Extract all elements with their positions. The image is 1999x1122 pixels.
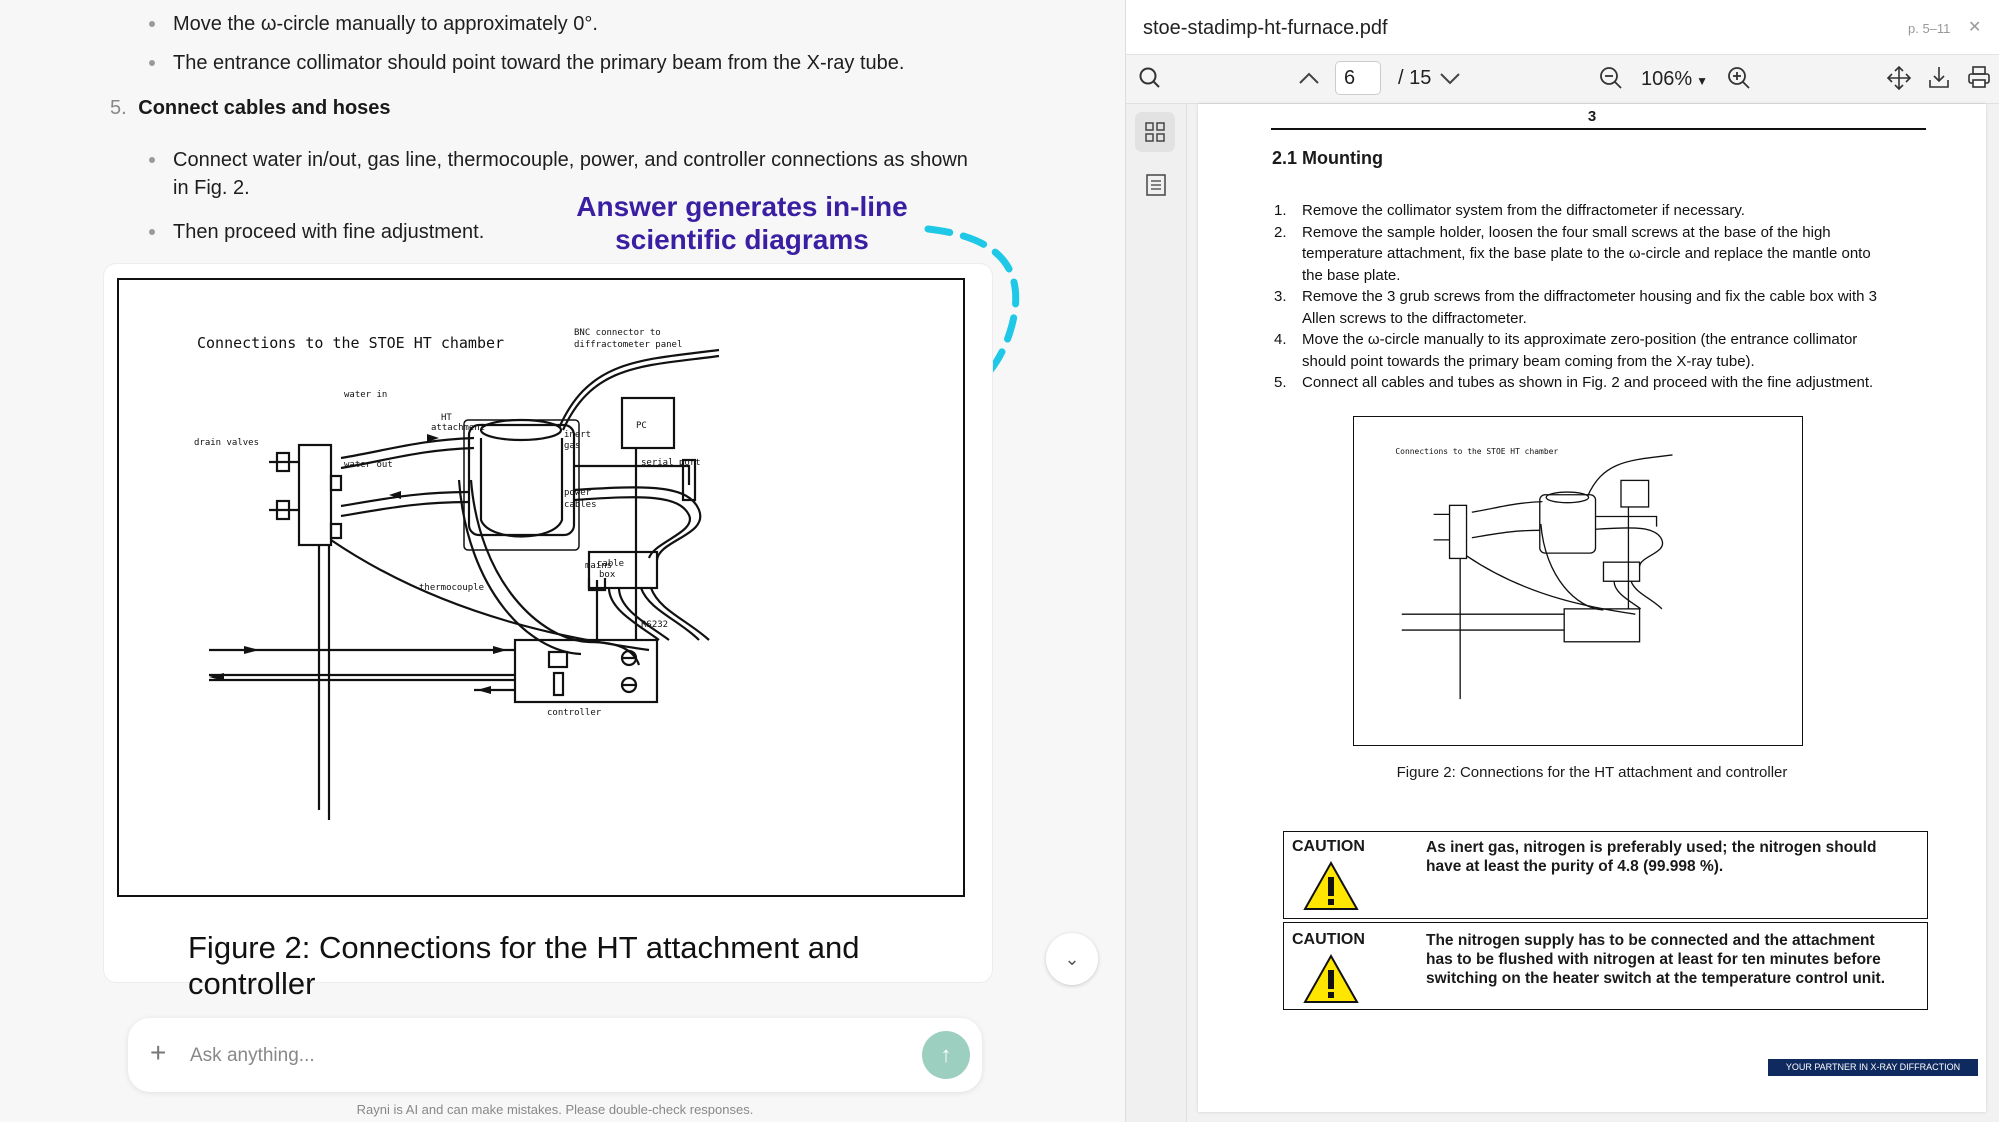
connections-diagram: Connections to the STOE HT chamber BNC c… (194, 328, 720, 820)
zoom-select[interactable]: 106% ▼ (1641, 68, 1708, 91)
thumbnail-sidebar (1126, 104, 1187, 1122)
diagram-title: Connections to the STOE HT chamber (1395, 447, 1558, 456)
caution-text: The nitrogen supply has to be connected … (1426, 932, 1886, 987)
figure-card: Connections to the STOE HT chamber BNC c… (104, 264, 992, 1001)
chevron-up-icon[interactable] (1297, 69, 1321, 87)
steps-numbers: 1. 2. 3. 4. 5. (1274, 202, 1287, 391)
header-rule (1271, 128, 1926, 130)
diagram-label: RS232 (641, 620, 668, 630)
thumbnails-button[interactable] (1135, 112, 1175, 152)
page-total: / 15 (1398, 67, 1432, 89)
zoom-out-icon[interactable] (1598, 65, 1624, 91)
scroll-down-button[interactable]: ⌄ (1046, 933, 1098, 985)
composer: + ↑ (128, 1018, 982, 1092)
caution-box: CAUTION The nitrogen supply has to be co… (1283, 922, 1928, 1010)
print-icon[interactable] (1966, 64, 1992, 90)
callout-line: Answer generates in-line (576, 191, 908, 222)
diagram-label: serial port (641, 458, 701, 468)
diagram-label: power (564, 488, 592, 498)
grid-icon (1145, 122, 1165, 142)
page-range: p. 5–11 (1908, 21, 1951, 36)
diagram-label: HT (441, 413, 452, 423)
download-icon[interactable] (1926, 64, 1952, 90)
list-item: Then proceed with fine adjustment. (149, 218, 484, 246)
diagram-label: thermocouple (419, 583, 484, 593)
caution-title: CAUTION (1292, 838, 1365, 855)
figure-frame: Connections to the STOE HT chamber BNC c… (117, 278, 965, 897)
caret-down-icon: ▼ (1696, 74, 1709, 88)
diagram-label: PC (636, 421, 647, 431)
chat-pane: Move the ω-circle manually to approximat… (0, 0, 1125, 1122)
section-heading: 2.1 Mounting (1272, 148, 1383, 168)
caution-text: As inert gas, nitrogen is preferably use… (1426, 839, 1877, 875)
search-icon[interactable] (1138, 66, 1162, 90)
diagram-title: Connections to the STOE HT chamber (197, 334, 504, 352)
list-item: The entrance collimator should point tow… (149, 49, 904, 77)
pdf-toolbar: / 15 106%▼ (1126, 55, 1999, 104)
callout-annotation: Answer generates in-line scientific diag… (556, 190, 928, 256)
diagram-label: water in (344, 390, 387, 400)
figure-caption: Figure 2: Connections for the HT attachm… (188, 930, 860, 1001)
step-heading: 5. Connect cables and hoses (110, 97, 391, 120)
caution-box: CAUTION As inert gas, nitrogen is prefer… (1283, 831, 1928, 919)
arrow-up-icon: ↑ (940, 1042, 952, 1067)
disclaimer: Rayni is AI and can make mistakes. Pleas… (356, 1102, 754, 1117)
step-number: 5. (110, 97, 127, 119)
outline-icon[interactable] (1146, 174, 1166, 196)
pdf-page: 3 2.1 Mounting 1. 2. 3. 4. 5. Remove the… (1198, 104, 1986, 1112)
warning-icon (1303, 953, 1359, 1003)
callout-line: scientific diagrams (615, 224, 869, 255)
list-item: Move the ω-circle manually to approximat… (149, 10, 598, 38)
zoom-level: 106% (1641, 68, 1693, 90)
diagram-label: cables (564, 500, 597, 510)
close-icon[interactable]: ✕ (1968, 17, 1981, 37)
diagram-label: diffractometer panel (574, 340, 682, 350)
diagram-label: inert (564, 430, 591, 440)
zoom-in-icon[interactable] (1726, 65, 1752, 91)
chevron-down-icon: ⌄ (1064, 949, 1080, 969)
diagram-label: mains (585, 561, 612, 571)
diagram-label: box (599, 570, 616, 580)
connections-diagram-thumbnail: Connections to the STOE HT chamber (1395, 447, 1673, 700)
diagram-label: drain valves (194, 438, 259, 448)
pdf-figure: Connections to the STOE HT chamber (1353, 416, 1803, 746)
step-title: Connect cables and hoses (138, 97, 391, 119)
footer-banner: YOUR PARTNER IN X-RAY DIFFRACTION (1768, 1059, 1978, 1076)
pdf-page-number: 3 (1587, 108, 1597, 125)
ask-input[interactable] (188, 1038, 792, 1074)
send-button[interactable]: ↑ (922, 1031, 970, 1079)
diagram-label: attachment (431, 423, 485, 433)
pdf-viewer-pane: stoe-stadimp-ht-furnace.pdf p. 5–11 ✕ / … (1125, 0, 1999, 1122)
add-attachment-icon[interactable]: + (150, 1037, 166, 1069)
diagram-label: gas (564, 441, 580, 451)
pdf-filename: stoe-stadimp-ht-furnace.pdf (1143, 17, 1388, 39)
diagram-label: controller (547, 708, 602, 718)
move-icon[interactable] (1886, 65, 1912, 91)
page-number-input[interactable] (1335, 61, 1381, 95)
caution-title: CAUTION (1292, 931, 1365, 948)
steps-text: Remove the collimator system from the di… (1302, 202, 1878, 391)
diagram-label: water out (344, 460, 393, 470)
pdf-header: stoe-stadimp-ht-furnace.pdf p. 5–11 ✕ (1126, 0, 1999, 55)
chevron-down-icon[interactable] (1438, 69, 1462, 87)
diagram-label: BNC connector to (574, 328, 661, 338)
warning-icon (1303, 860, 1359, 910)
pdf-figure-caption: Figure 2: Connections for the HT attachm… (1396, 764, 1788, 781)
